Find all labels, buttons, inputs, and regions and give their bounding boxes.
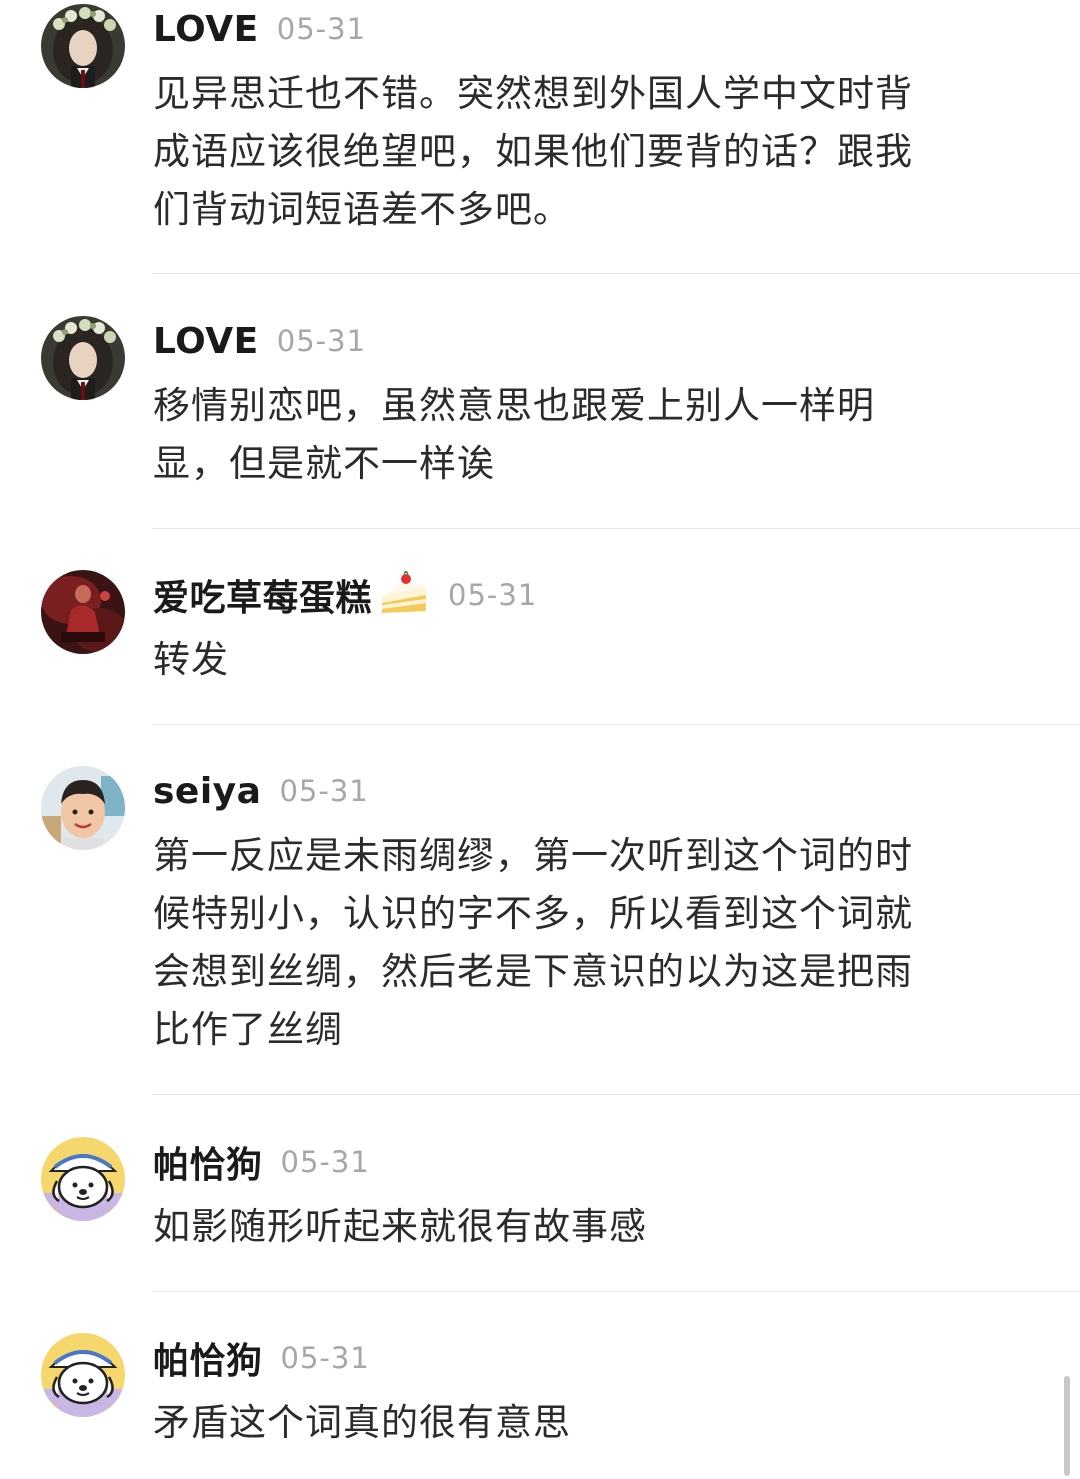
divider — [152, 724, 1080, 725]
comment-text: 转发 — [153, 638, 229, 681]
user-avatar[interactable] — [41, 316, 125, 400]
username[interactable]: LOVE — [153, 9, 259, 50]
comment-text: 如影随形听起来就很有故事感 — [153, 1205, 647, 1248]
comment-meta: LOVE 05-31 — [153, 4, 366, 54]
username[interactable]: seiya — [153, 771, 261, 812]
comment-text: 移情别恋吧，虽然意思也跟爱上别人一样明 显，但是就不一样诶 — [153, 384, 875, 485]
cartoon-dog-avatar: ★ ★ — [41, 1137, 125, 1221]
divider — [152, 528, 1080, 529]
svg-text:★: ★ — [107, 1207, 116, 1218]
comment-text: 见异思迁也不错。突然想到外国人学中文时背 成语应该很绝望吧，如果他们要背的话？跟… — [153, 72, 913, 231]
comment-text: 矛盾这个词真的很有意思 — [153, 1401, 571, 1444]
svg-text:★: ★ — [49, 1205, 58, 1216]
timestamp: 05-31 — [279, 774, 369, 808]
username[interactable]: 帕恰狗 — [153, 1136, 263, 1188]
user-avatar[interactable]: ★ ★ — [41, 1137, 125, 1221]
comment-meta: seiya 05-31 — [153, 766, 369, 816]
timestamp: 05-31 — [448, 578, 538, 612]
divider — [152, 273, 1080, 274]
comment-text: 第一反应是未雨绸缪，第一次听到这个词的时 候特别小，认识的字不多，所以看到这个词… — [153, 834, 913, 1051]
timestamp: 05-31 — [276, 12, 367, 46]
scrollbar[interactable] — [1064, 1376, 1070, 1476]
flower-crown-portrait-avatar — [41, 316, 125, 400]
timestamp: 05-31 — [280, 1341, 370, 1375]
user-avatar[interactable]: ★ ★ — [41, 1333, 125, 1417]
flower-crown-portrait-avatar — [41, 4, 125, 88]
divider — [152, 1291, 1080, 1292]
user-avatar[interactable] — [41, 570, 125, 654]
divider — [152, 1094, 1080, 1095]
svg-text:★: ★ — [107, 1403, 116, 1414]
comment-meta: 帕恰狗 05-31 — [153, 1333, 370, 1383]
svg-text:★: ★ — [49, 1401, 58, 1412]
user-avatar[interactable] — [41, 4, 125, 88]
username[interactable]: 爱吃草莓蛋糕 — [153, 569, 372, 621]
comment-meta: 爱吃草莓蛋糕 05-31 — [153, 570, 537, 620]
username[interactable]: LOVE — [153, 321, 259, 362]
comment-meta: LOVE 05-31 — [153, 316, 366, 366]
timestamp: 05-31 — [276, 324, 367, 358]
strawberry-cake-icon — [376, 571, 430, 619]
username[interactable]: 帕恰狗 — [153, 1332, 263, 1384]
user-avatar[interactable] — [41, 766, 125, 850]
child-photo-avatar — [41, 766, 125, 850]
red-stage-photo-avatar — [41, 570, 125, 654]
comment-meta: 帕恰狗 05-31 — [153, 1137, 370, 1187]
timestamp: 05-31 — [280, 1145, 370, 1179]
cartoon-dog-avatar: ★ ★ — [41, 1333, 125, 1417]
